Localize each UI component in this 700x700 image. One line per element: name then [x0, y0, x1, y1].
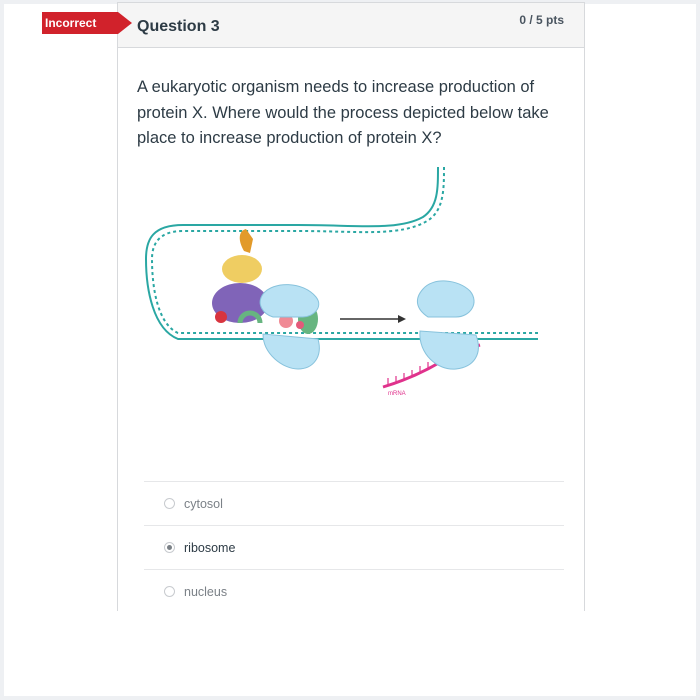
radio-button[interactable] — [164, 498, 175, 509]
incorrect-badge-label: Incorrect — [45, 16, 97, 30]
answer-label: nucleus — [184, 585, 228, 599]
answer-label: ribosome — [184, 541, 236, 555]
ribosome-right — [416, 280, 479, 370]
answer-label: cytosol — [184, 497, 223, 511]
transcription-diagram: mRNA — [144, 166, 538, 397]
question-text: A eukaryotic organism needs to increase … — [137, 78, 549, 147]
mrna-label: mRNA — [388, 391, 406, 397]
incorrect-badge: Incorrect — [42, 12, 132, 34]
answer-option-ribosome[interactable]: ribosome — [144, 525, 564, 569]
direction-arrow — [340, 315, 406, 323]
answer-option-cytosol[interactable]: cytosol — [144, 481, 564, 525]
radio-button[interactable] — [164, 586, 175, 597]
dna-helix — [144, 166, 538, 340]
answer-list: cytosol ribosome nucleus — [144, 481, 564, 613]
transcription-complex — [212, 229, 318, 334]
question-points: 0 / 5 pts — [519, 13, 564, 27]
question-header: Question 3 0 / 5 pts — [118, 3, 584, 48]
radio-button-selected[interactable] — [164, 542, 175, 553]
question-title: Question 3 — [137, 18, 220, 35]
answer-option-nucleus[interactable]: nucleus — [144, 569, 564, 613]
question-card: Question 3 0 / 5 pts A eukaryotic organi… — [117, 2, 585, 611]
